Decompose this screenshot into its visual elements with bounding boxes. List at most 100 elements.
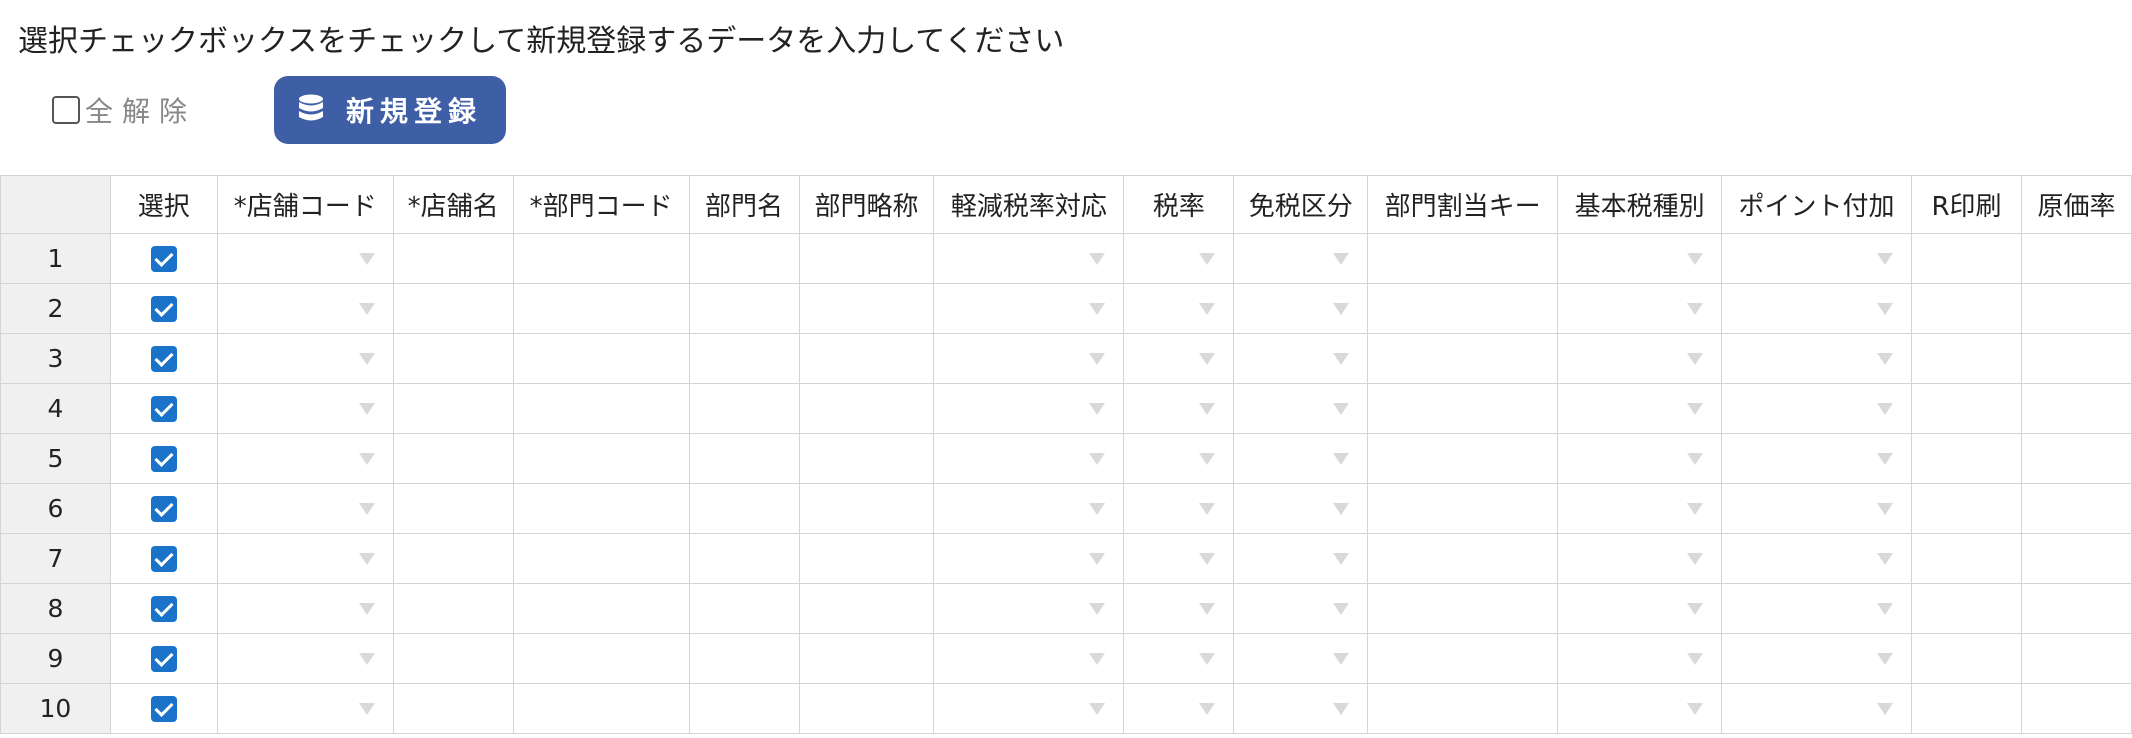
dropdown-arrow-icon[interactable] — [1687, 553, 1704, 565]
text-input-cell[interactable] — [1367, 483, 1559, 534]
dropdown-arrow-icon[interactable] — [1877, 553, 1894, 565]
dropdown-arrow-icon[interactable] — [1687, 253, 1704, 265]
text-input-cell[interactable] — [2020, 433, 2132, 484]
text-input-cell[interactable] — [2020, 383, 2132, 434]
dropdown-arrow-icon[interactable] — [358, 603, 375, 615]
text-input-cell[interactable] — [1911, 533, 2022, 584]
row-select-checkbox[interactable] — [150, 245, 177, 272]
dropdown-arrow-icon[interactable] — [1333, 653, 1350, 665]
row-select-checkbox[interactable] — [150, 545, 177, 572]
dropdown-arrow-icon[interactable] — [358, 453, 375, 465]
text-input-cell[interactable] — [688, 383, 800, 434]
text-input-cell[interactable] — [1911, 633, 2022, 684]
dropdown-cell[interactable] — [1233, 283, 1369, 334]
dropdown-arrow-icon[interactable] — [1687, 703, 1704, 715]
dropdown-cell[interactable] — [1557, 533, 1723, 584]
dropdown-cell[interactable] — [1233, 333, 1369, 384]
dropdown-cell[interactable] — [1557, 433, 1723, 484]
dropdown-arrow-icon[interactable] — [1089, 303, 1106, 315]
dropdown-arrow-icon[interactable] — [1877, 253, 1894, 265]
text-input-cell[interactable] — [1911, 433, 2022, 484]
dropdown-cell[interactable] — [1123, 533, 1235, 584]
text-input-cell[interactable] — [798, 533, 935, 584]
dropdown-arrow-icon[interactable] — [1199, 503, 1216, 515]
dropdown-cell[interactable] — [1123, 233, 1235, 284]
dropdown-arrow-icon[interactable] — [358, 703, 375, 715]
text-input-cell[interactable] — [688, 433, 800, 484]
dropdown-arrow-icon[interactable] — [358, 653, 375, 665]
row-select-checkbox[interactable] — [150, 645, 177, 672]
dropdown-arrow-icon[interactable] — [1089, 453, 1106, 465]
text-input-cell[interactable] — [512, 683, 690, 734]
dropdown-cell[interactable] — [1557, 333, 1723, 384]
row-select-checkbox[interactable] — [150, 395, 177, 422]
text-input-cell[interactable] — [392, 483, 514, 534]
text-input-cell[interactable] — [1911, 483, 2022, 534]
dropdown-arrow-icon[interactable] — [1877, 353, 1894, 365]
dropdown-arrow-icon[interactable] — [1089, 353, 1106, 365]
dropdown-cell[interactable] — [1557, 233, 1723, 284]
dropdown-cell[interactable] — [1557, 583, 1723, 634]
text-input-cell[interactable] — [1911, 383, 2022, 434]
text-input-cell[interactable] — [392, 533, 514, 584]
text-input-cell[interactable] — [1911, 283, 2022, 334]
text-input-cell[interactable] — [798, 483, 935, 534]
dropdown-cell[interactable] — [1721, 533, 1913, 584]
dropdown-cell[interactable] — [1557, 683, 1723, 734]
dropdown-arrow-icon[interactable] — [1687, 503, 1704, 515]
text-input-cell[interactable] — [1367, 233, 1559, 284]
dropdown-arrow-icon[interactable] — [1333, 253, 1350, 265]
dropdown-cell[interactable] — [216, 333, 394, 384]
text-input-cell[interactable] — [798, 633, 935, 684]
text-input-cell[interactable] — [1367, 683, 1559, 734]
dropdown-cell[interactable] — [933, 283, 1125, 334]
deselect-all-checkbox[interactable] — [52, 96, 80, 124]
dropdown-cell[interactable] — [216, 583, 394, 634]
text-input-cell[interactable] — [1367, 283, 1559, 334]
row-select-checkbox[interactable] — [150, 695, 177, 722]
dropdown-arrow-icon[interactable] — [1089, 703, 1106, 715]
text-input-cell[interactable] — [798, 233, 935, 284]
text-input-cell[interactable] — [688, 533, 800, 584]
dropdown-arrow-icon[interactable] — [1877, 303, 1894, 315]
dropdown-arrow-icon[interactable] — [1199, 653, 1216, 665]
dropdown-cell[interactable] — [1721, 283, 1913, 334]
dropdown-arrow-icon[interactable] — [1877, 603, 1894, 615]
dropdown-cell[interactable] — [1721, 683, 1913, 734]
row-select-checkbox[interactable] — [150, 495, 177, 522]
text-input-cell[interactable] — [512, 333, 690, 384]
dropdown-arrow-icon[interactable] — [1687, 653, 1704, 665]
text-input-cell[interactable] — [512, 383, 690, 434]
text-input-cell[interactable] — [798, 433, 935, 484]
text-input-cell[interactable] — [392, 633, 514, 684]
text-input-cell[interactable] — [392, 383, 514, 434]
text-input-cell[interactable] — [798, 283, 935, 334]
dropdown-cell[interactable] — [1721, 483, 1913, 534]
dropdown-cell[interactable] — [1233, 583, 1369, 634]
dropdown-cell[interactable] — [933, 383, 1125, 434]
dropdown-arrow-icon[interactable] — [1687, 353, 1704, 365]
text-input-cell[interactable] — [512, 233, 690, 284]
text-input-cell[interactable] — [2020, 633, 2132, 684]
text-input-cell[interactable] — [512, 533, 690, 584]
dropdown-cell[interactable] — [1233, 483, 1369, 534]
text-input-cell[interactable] — [392, 333, 514, 384]
dropdown-cell[interactable] — [1721, 633, 1913, 684]
dropdown-arrow-icon[interactable] — [1687, 303, 1704, 315]
text-input-cell[interactable] — [512, 483, 690, 534]
dropdown-cell[interactable] — [1233, 683, 1369, 734]
dropdown-cell[interactable] — [1123, 583, 1235, 634]
row-select-checkbox[interactable] — [150, 295, 177, 322]
dropdown-cell[interactable] — [1557, 633, 1723, 684]
dropdown-cell[interactable] — [216, 433, 394, 484]
dropdown-arrow-icon[interactable] — [1199, 353, 1216, 365]
dropdown-arrow-icon[interactable] — [1687, 453, 1704, 465]
dropdown-cell[interactable] — [933, 583, 1125, 634]
dropdown-cell[interactable] — [216, 383, 394, 434]
dropdown-arrow-icon[interactable] — [1199, 403, 1216, 415]
text-input-cell[interactable] — [1367, 383, 1559, 434]
deselect-all-control[interactable]: 全解除 — [52, 90, 196, 130]
register-button[interactable]: 新規登録 — [274, 76, 506, 144]
text-input-cell[interactable] — [1911, 683, 2022, 734]
dropdown-arrow-icon[interactable] — [1877, 403, 1894, 415]
